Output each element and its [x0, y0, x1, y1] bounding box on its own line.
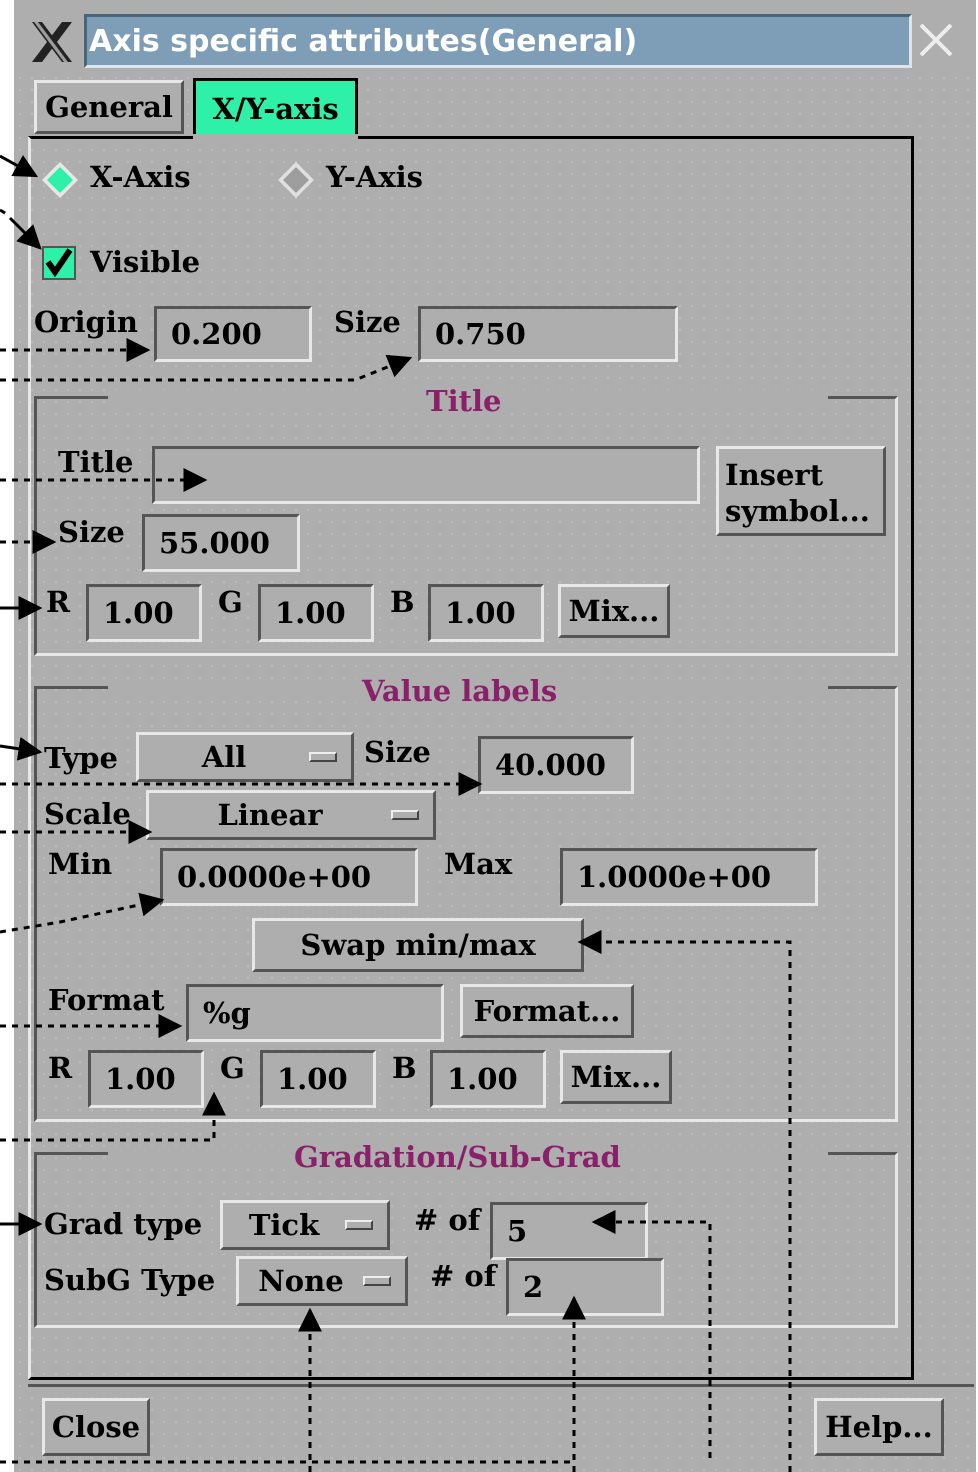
callout-arrows	[0, 154, 792, 1472]
